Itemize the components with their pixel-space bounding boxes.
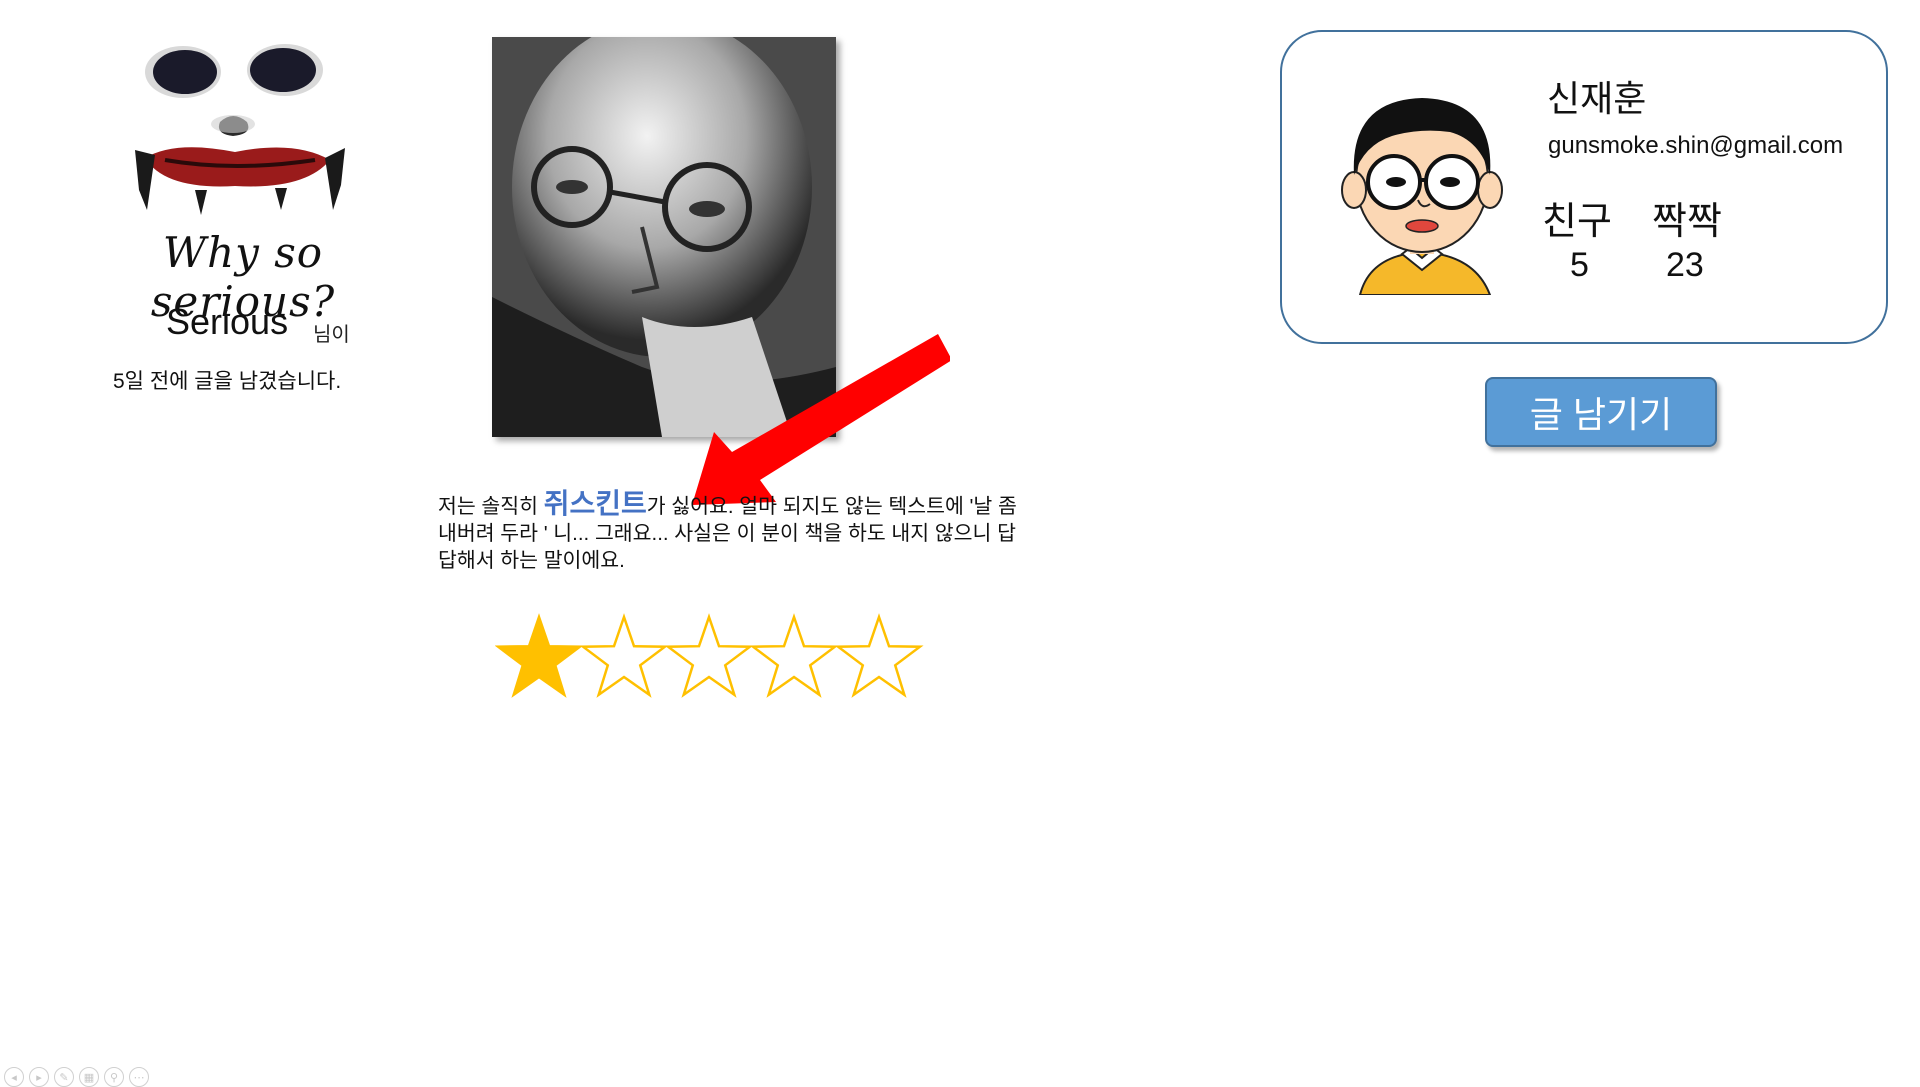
- prev-icon[interactable]: ◂: [4, 1067, 24, 1087]
- friends-count: 5: [1570, 246, 1589, 284]
- slideshow-toolbar: ◂ ▸ ✎ ▦ ⚲ ⋯: [4, 1067, 149, 1087]
- review-highlight-author[interactable]: 쥐스킨트: [544, 488, 647, 519]
- more-icon[interactable]: ⋯: [129, 1067, 149, 1087]
- posted-time: 5일 전에 글을 남겼습니다.: [113, 370, 342, 393]
- red-arrow-pointer: [692, 334, 950, 505]
- jjak-label[interactable]: 짝짝: [1652, 190, 1722, 245]
- next-icon[interactable]: ▸: [29, 1067, 49, 1087]
- review-text-before: 저는 솔직히: [438, 495, 544, 518]
- poster-name-suffix: 님이: [313, 324, 350, 346]
- write-post-button[interactable]: 글 남기기: [1485, 377, 1717, 447]
- star-empty-icon[interactable]: [664, 613, 754, 698]
- profile-name: 신재훈: [1547, 78, 1647, 119]
- avatar[interactable]: [1330, 70, 1515, 295]
- slides-icon[interactable]: ▦: [79, 1067, 99, 1087]
- joker-face-logo: [135, 44, 345, 215]
- jjak-count: 23: [1666, 246, 1704, 284]
- zoom-icon[interactable]: ⚲: [104, 1067, 124, 1087]
- poster-name[interactable]: Serious: [166, 301, 288, 343]
- star-filled-icon[interactable]: [495, 613, 584, 698]
- friends-label[interactable]: 친구: [1542, 190, 1612, 245]
- pen-icon[interactable]: ✎: [54, 1067, 74, 1087]
- star-empty-icon[interactable]: [579, 613, 669, 698]
- star-empty-icon[interactable]: [749, 613, 839, 698]
- profile-email[interactable]: gunsmoke.shin@gmail.com: [1548, 132, 1843, 160]
- rating-stars[interactable]: [495, 610, 925, 706]
- star-empty-icon[interactable]: [834, 613, 924, 698]
- review-text: 저는 솔직히 쥐스킨트가 싫어요. 얼마 되지도 않는 텍스트에 '날 좀 내버…: [438, 490, 1028, 574]
